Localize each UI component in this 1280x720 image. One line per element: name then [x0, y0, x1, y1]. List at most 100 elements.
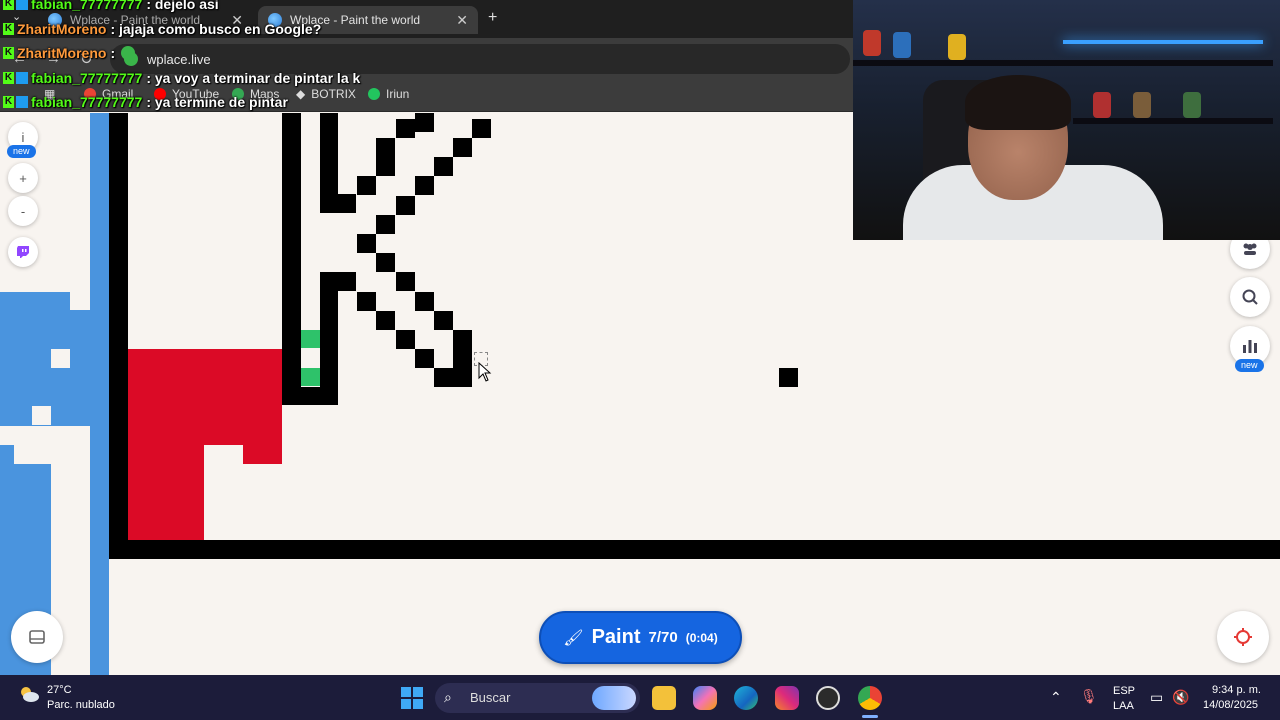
template-icon — [29, 630, 45, 644]
chrome-active-indicator — [862, 715, 878, 718]
shelf — [1073, 118, 1273, 124]
clock-date[interactable]: 14/08/2025 — [1203, 699, 1258, 711]
blue-pixel-area — [51, 292, 70, 349]
paint-charges: 7/70 — [648, 629, 678, 646]
zoom-out-button[interactable]: - — [8, 196, 38, 226]
chat-text: : jajaja como busco en Google? — [110, 20, 322, 37]
letter-k-pixel — [396, 330, 415, 349]
zoom-in-button[interactable]: + — [8, 163, 38, 193]
letter-k-pixel — [396, 119, 415, 138]
paint-label: Paint — [591, 626, 641, 648]
subscriber-badge-icon — [16, 0, 28, 11]
letter-k-pixel — [415, 349, 434, 368]
chat-username: ZharitMoreno — [17, 45, 107, 62]
chat-message: K fabian_77777777 : ya voy a terminar de… — [0, 66, 560, 91]
subscriber-badge-icon — [16, 96, 28, 109]
letter-k-pixel — [434, 157, 453, 176]
copilot-icon[interactable] — [693, 686, 717, 710]
red-pixel-area — [243, 445, 282, 464]
weather-temperature[interactable]: 27°C — [47, 684, 72, 696]
users-icon — [1243, 243, 1257, 255]
paint-button[interactable]: 🖌 Paint 7/70 (0:04) — [539, 611, 742, 664]
letter-k-pixel — [472, 119, 491, 138]
shelf — [853, 60, 1273, 66]
letter-k-pixel — [434, 368, 453, 387]
overlay-toggle-button[interactable] — [11, 611, 63, 663]
chat-username: fabian_77777777 — [31, 0, 143, 13]
emote-icon — [121, 46, 136, 61]
letter-k-pixel — [320, 272, 338, 387]
led-strip — [1063, 40, 1263, 44]
chrome-icon[interactable] — [858, 686, 882, 710]
chat-text: : dejelo asi — [146, 0, 219, 13]
black-pixel-border — [109, 113, 128, 559]
figure — [948, 34, 966, 60]
red-pixel-area — [128, 445, 204, 540]
chat-message: K ZharitMoreno : jajaja como busco en Go… — [0, 17, 560, 42]
letter-k-pixel — [376, 138, 395, 157]
kick-badge-icon: K — [3, 22, 14, 35]
letter-k-pixel — [453, 138, 472, 157]
leaderboard-new-badge: new — [1235, 359, 1264, 372]
chat-badges: K — [3, 22, 14, 35]
search-icon: ⌕ — [444, 689, 452, 705]
letter-k-pixel — [376, 253, 395, 272]
keyboard-language[interactable]: ESP — [1113, 685, 1135, 697]
weather-description[interactable]: Parc. nublado — [47, 699, 115, 711]
letter-k-pixel — [376, 311, 395, 330]
weather-cloud-icon[interactable] — [18, 686, 40, 702]
chat-message: K ZharitMoreno : — [0, 41, 560, 66]
chat-badges: K — [3, 96, 28, 109]
letter-k-pixel — [357, 234, 376, 253]
locate-button[interactable] — [1217, 611, 1269, 663]
chat-badges: K — [3, 71, 28, 84]
windows-start-icon[interactable] — [401, 687, 423, 709]
instagram-icon[interactable] — [775, 686, 799, 710]
file-explorer-icon[interactable] — [652, 686, 676, 710]
letter-k-pixel — [282, 113, 301, 405]
brush-icon: 🖌 — [563, 629, 584, 647]
black-pixel-border — [109, 540, 1280, 559]
letter-k-pixel — [357, 292, 376, 311]
canvas-gap-pixel — [14, 445, 51, 464]
green-pixel — [301, 330, 320, 348]
chat-message: K fabian_77777777 : dejelo asi — [0, 0, 560, 17]
network-icon[interactable]: ▭ — [1150, 689, 1163, 706]
subscriber-badge-icon — [16, 71, 28, 84]
paint-timer: (0:04) — [685, 630, 718, 645]
figure — [863, 30, 881, 56]
letter-k-pixel — [301, 387, 338, 405]
obs-icon[interactable] — [816, 686, 840, 710]
blue-pixel-area — [70, 310, 90, 426]
chat-username: fabian_77777777 — [31, 94, 143, 111]
edge-icon[interactable] — [734, 686, 758, 710]
letter-k-pixel — [779, 368, 798, 387]
keyboard-layout[interactable]: LAA — [1113, 700, 1134, 712]
volume-muted-icon[interactable]: 🔇 — [1172, 689, 1189, 706]
twitch-button[interactable] — [8, 237, 38, 267]
green-pixel — [301, 368, 320, 386]
microphone-icon[interactable]: 🎙 — [1080, 688, 1098, 705]
clock-time[interactable]: 9:34 p. m. — [1212, 684, 1261, 696]
blue-pixel-area — [90, 113, 109, 675]
letter-k-pixel — [396, 272, 415, 291]
chat-text: : ya voy a terminar de pintar la k — [146, 69, 361, 86]
new-badge: new — [7, 145, 36, 158]
search-globe-icon — [1242, 289, 1258, 305]
letter-k-pixel — [320, 113, 338, 213]
chat-text: : — [110, 45, 116, 62]
zoom-in-icon: + — [19, 170, 27, 186]
kick-badge-icon: K — [3, 71, 14, 84]
tray-overflow-icon[interactable]: ⌃ — [1050, 689, 1062, 706]
letter-k-pixel — [338, 194, 356, 213]
figure — [1133, 92, 1151, 118]
twitch-icon — [17, 246, 29, 258]
taskbar-search-placeholder: Buscar — [470, 690, 511, 705]
chat-text: : ya termine de pintar — [146, 94, 288, 111]
search-location-button[interactable] — [1230, 277, 1270, 317]
mouse-cursor-icon — [478, 362, 492, 382]
chat-message: K fabian_77777777 : ya termine de pintar — [0, 90, 560, 115]
letter-k-pixel — [434, 311, 453, 330]
letter-k-pixel — [376, 157, 395, 176]
crosshair-icon — [1234, 628, 1252, 646]
